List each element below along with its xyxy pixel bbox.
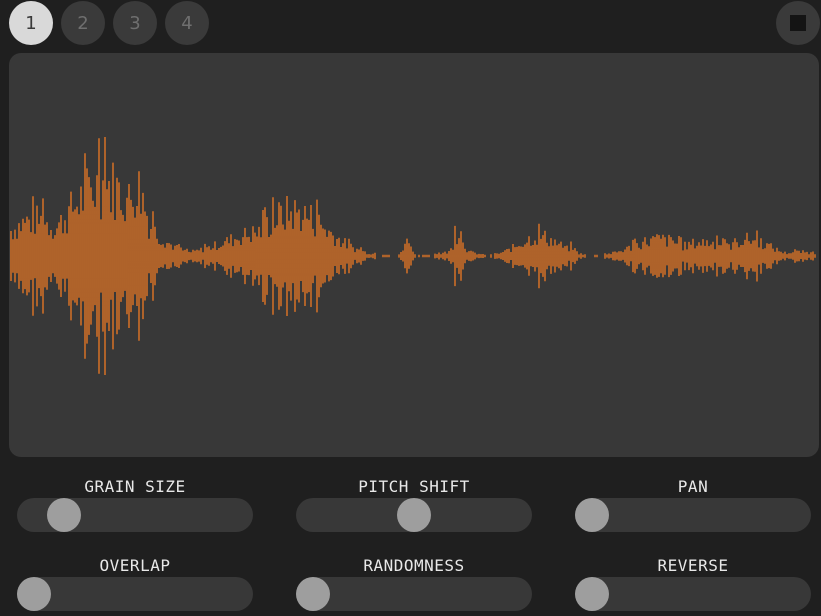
grain-size-slider[interactable]	[17, 498, 253, 532]
reverse-thumb[interactable]	[575, 577, 609, 611]
pitch-shift-slider[interactable]	[296, 498, 532, 532]
overlap-label: OVERLAP	[99, 556, 171, 575]
overlap-thumb[interactable]	[17, 577, 51, 611]
overlap-slider[interactable]	[17, 577, 253, 611]
stop-icon	[790, 15, 806, 31]
randomness-slider[interactable]	[296, 577, 532, 611]
tab-4[interactable]: 4	[165, 1, 209, 45]
pan-thumb[interactable]	[575, 498, 609, 532]
grain-size-label: GRAIN SIZE	[84, 477, 186, 496]
stop-button[interactable]	[776, 1, 820, 45]
grain-size-thumb[interactable]	[47, 498, 82, 532]
randomness-thumb[interactable]	[296, 577, 330, 611]
reverse-label: REVERSE	[657, 556, 729, 575]
tab-label: 4	[181, 12, 193, 34]
tab-3[interactable]: 3	[113, 1, 157, 45]
waveform-path	[10, 137, 816, 375]
waveform	[10, 137, 816, 375]
pan-slider[interactable]	[575, 498, 811, 532]
tab-2[interactable]: 2	[61, 1, 105, 45]
reverse-slider[interactable]	[575, 577, 811, 611]
pitch-shift-label: PITCH SHIFT	[358, 477, 470, 496]
tab-label: 2	[77, 12, 89, 34]
pitch-shift-thumb[interactable]	[397, 498, 431, 532]
tab-1[interactable]: 1	[9, 1, 53, 45]
tab-label: 3	[129, 12, 141, 34]
tab-label: 1	[25, 12, 37, 34]
waveform-display[interactable]	[9, 53, 819, 457]
randomness-label: RANDOMNESS	[363, 556, 465, 575]
pan-label: PAN	[677, 477, 709, 496]
